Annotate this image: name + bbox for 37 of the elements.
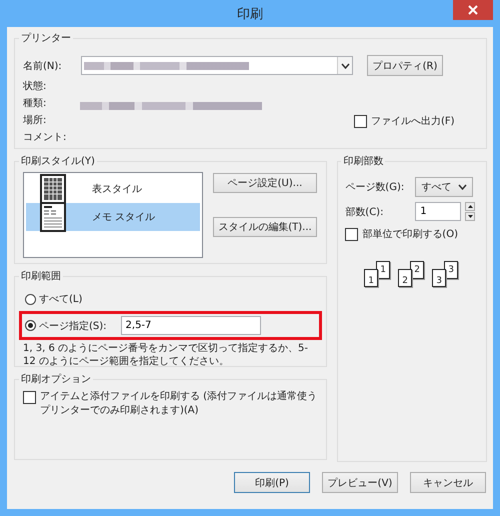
dialog-button[interactable]: プレビュー(V) [322,472,398,493]
style-button[interactable]: ページ設定(U)... [213,173,317,193]
location-label: 場所: [23,114,48,128]
range-radio[interactable]: すべて(L) [25,292,82,306]
group-title: 印刷範囲 [20,270,62,283]
window-title: 印刷 [237,6,263,22]
page-range-field[interactable]: 2,5-7 [120,316,261,335]
group-title: 印刷スタイル(Y) [20,154,96,168]
style-item[interactable]: 表スタイル [26,175,200,203]
attachment-checkbox[interactable]: アイテムと添付ファイルを印刷する (添付ファイルは通常使うプリンターでのみ印刷されます)(A) [23,390,318,418]
pages-label: ページ数(G): [345,181,406,194]
status-label: 状態: [23,80,48,94]
dialog-button[interactable]: キャンセル [410,472,486,493]
spin-up-button[interactable] [465,202,476,211]
collate-checkbox[interactable]: 部単位で印刷する(O) [345,227,479,241]
close-button[interactable] [453,0,493,20]
print-to-file-checkbox[interactable]: ファイルへ出力(F) [354,114,455,128]
comment-label: コメント: [23,131,68,145]
spin-down-button[interactable] [465,212,476,221]
properties-button[interactable]: プロパティ(R) [367,55,443,76]
copies-field[interactable]: 1 [415,202,462,221]
hint-text: 1, 3, 6 のようにページ番号をカンマで区切って指定するか、5-12 のようにページ範囲を指定してください。 [23,342,309,368]
style-button[interactable]: スタイルの編集(T)... [213,217,317,237]
group-title: 印刷オプション [20,372,92,386]
pages-dropdown[interactable]: すべて [415,177,474,197]
up-arrow-icon [468,205,473,208]
down-arrow-icon [468,215,473,218]
type-label: 種類: [23,97,48,111]
style-item[interactable]: メモ スタイル [26,203,200,231]
dialog-button[interactable]: 印刷(P) [234,472,310,493]
range-radio[interactable]: ページ指定(S): [25,318,107,332]
copies-label: 部数(C): [345,206,384,218]
memo-style-icon [40,202,66,232]
close-icon [468,5,478,15]
name-label: 名前(N): [23,60,63,72]
group-title: プリンター [20,32,72,45]
group-title: 印刷部数 [342,154,384,168]
